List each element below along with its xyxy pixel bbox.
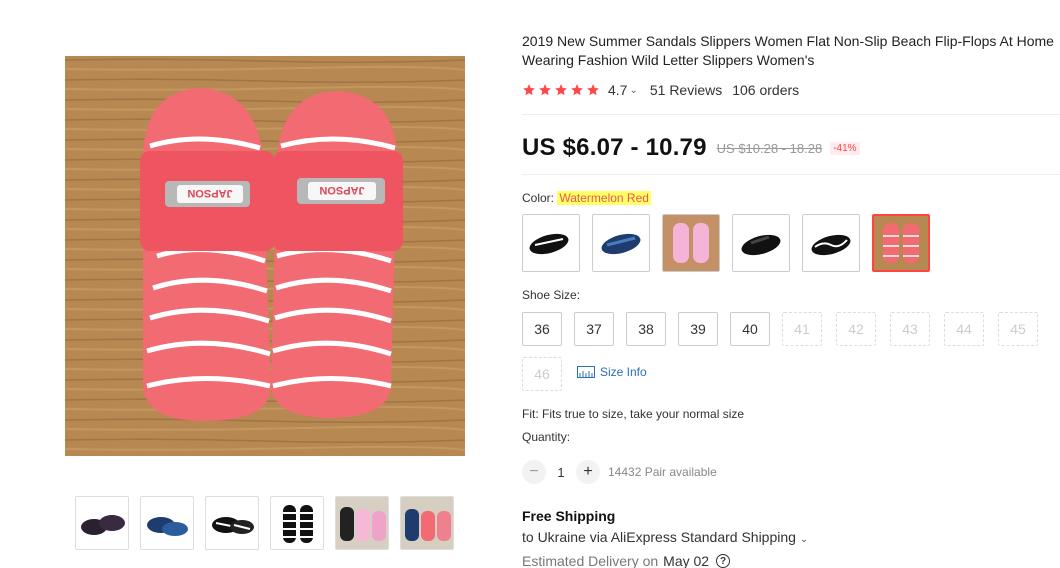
delivery-label: Estimated Delivery on xyxy=(522,553,659,568)
swatch-blue-black[interactable] xyxy=(592,214,650,272)
delivery-date: May 02 xyxy=(663,553,710,568)
size-info-label: Size Info xyxy=(600,365,647,379)
color-selected-value: Watermelon Red xyxy=(557,191,651,205)
chevron-down-icon[interactable]: ⌄ xyxy=(800,534,808,545)
quantity-decrease-button[interactable]: − xyxy=(522,460,546,484)
product-title-line2: Wearing Fashion Wild Letter Slippers Wom… xyxy=(522,52,815,68)
size-info-link[interactable]: Size Info xyxy=(577,364,647,380)
size-option-45[interactable]: 45 xyxy=(998,312,1038,346)
divider xyxy=(522,174,1060,175)
size-option-37[interactable]: 37 xyxy=(574,312,614,346)
ruler-icon xyxy=(577,366,595,378)
price-original: US $10.28 - 18.28 xyxy=(716,140,823,156)
chevron-down-icon[interactable]: ⌄ xyxy=(629,85,637,96)
star-icon xyxy=(539,84,551,96)
quantity-value[interactable]: 1 xyxy=(546,465,576,480)
thumbnail-blue-slippers[interactable] xyxy=(140,496,194,550)
price-row: US $6.07 - 10.79 US $10.28 - 18.28 -41% xyxy=(522,132,860,164)
thumbnail-pink-black-pairs[interactable] xyxy=(335,496,389,550)
swatch-black-white-wave[interactable] xyxy=(802,214,860,272)
size-option-39[interactable]: 39 xyxy=(678,312,718,346)
product-title: 2019 New Summer Sandals Slippers Women F… xyxy=(522,32,1060,70)
swatch-black[interactable] xyxy=(732,214,790,272)
quantity-increase-button[interactable]: + xyxy=(576,460,600,484)
reviews-link[interactable]: 51 Reviews xyxy=(650,82,722,98)
rating-value[interactable]: 4.7 xyxy=(608,82,627,98)
shipping-method[interactable]: to Ukraine via AliExpress Standard Shipp… xyxy=(522,529,808,545)
fit-note: Fit: Fits true to size, take your normal… xyxy=(522,407,745,421)
help-icon[interactable]: ? xyxy=(716,554,731,568)
rating-row: 4.7 ⌄ 51 Reviews 106 orders xyxy=(522,81,799,99)
color-swatches xyxy=(522,214,1042,272)
star-icon xyxy=(555,84,567,96)
shipping-method-text[interactable]: to Ukraine via AliExpress Standard Shipp… xyxy=(522,529,796,545)
color-label: Color: Watermelon Red xyxy=(522,191,651,205)
color-label-text: Color: xyxy=(522,191,555,205)
thumbnail-blue-red-pairs[interactable] xyxy=(400,496,454,550)
divider xyxy=(522,114,1060,115)
size-option-40[interactable]: 40 xyxy=(730,312,770,346)
swatch-pink[interactable] xyxy=(662,214,720,272)
size-option-43[interactable]: 43 xyxy=(890,312,930,346)
thumbnail-black-slippers[interactable] xyxy=(75,496,129,550)
brand-print: JAPSON xyxy=(187,187,232,199)
size-option-41[interactable]: 41 xyxy=(782,312,822,346)
brand-print: JAPSON xyxy=(319,184,364,196)
discount-badge: -41% xyxy=(830,141,860,155)
orders-count: 106 orders xyxy=(732,82,800,98)
size-option-42[interactable]: 42 xyxy=(836,312,876,346)
main-product-image[interactable]: JAPSON JAPSON xyxy=(65,56,465,456)
star-icon xyxy=(523,84,535,96)
quantity-label: Quantity: xyxy=(522,430,571,444)
size-option-36[interactable]: 36 xyxy=(522,312,562,346)
rating-stars xyxy=(522,83,600,97)
price-current: US $6.07 - 10.79 xyxy=(522,134,707,161)
shipping-title: Free Shipping xyxy=(522,508,616,524)
thumbnail-black-white-slippers[interactable] xyxy=(205,496,259,550)
product-title-line1: 2019 New Summer Sandals Slippers Women F… xyxy=(522,33,1054,49)
size-option-38[interactable]: 38 xyxy=(626,312,666,346)
star-icon xyxy=(587,84,599,96)
swatch-black-white[interactable] xyxy=(522,214,580,272)
stock-available: 14432 Pair available xyxy=(608,465,717,479)
shoe-size-label: Shoe Size: xyxy=(522,288,581,302)
size-option-46[interactable]: 46 xyxy=(522,357,562,391)
swatch-watermelon-red[interactable] xyxy=(872,214,930,272)
size-option-44[interactable]: 44 xyxy=(944,312,984,346)
estimated-delivery: Estimated Delivery on May 02 ? xyxy=(522,553,731,568)
quantity-stepper: − 1 + 14432 Pair available xyxy=(522,460,717,484)
star-icon xyxy=(571,84,583,96)
thumbnail-strip xyxy=(75,496,455,550)
thumbnail-striped-slippers[interactable] xyxy=(270,496,324,550)
